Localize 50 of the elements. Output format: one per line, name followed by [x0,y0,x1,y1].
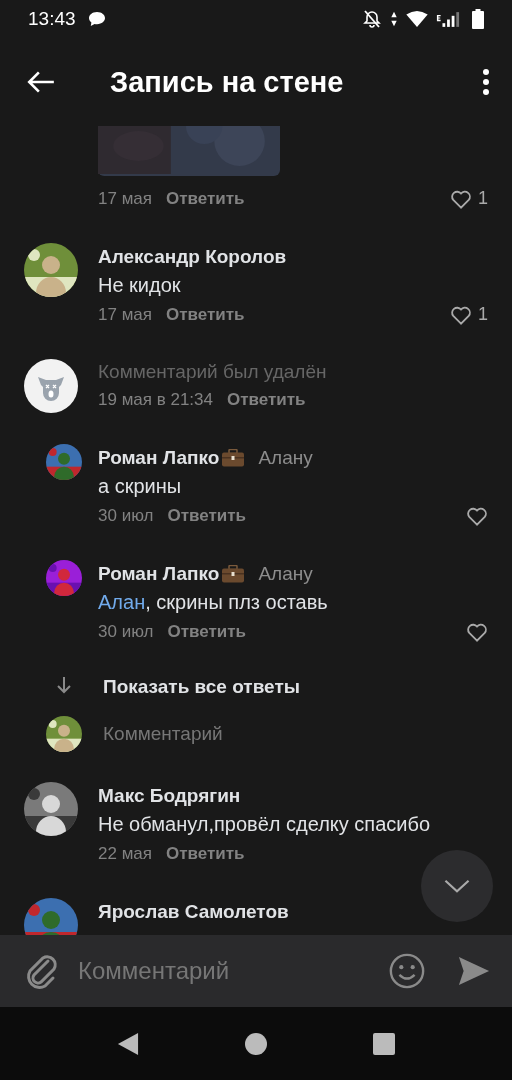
reply-link[interactable]: Ответить [166,188,245,209]
comment-text: а скрины [98,474,183,499]
wifi-icon [406,11,428,27]
data-arrows-icon [390,10,398,28]
author-name[interactable]: Роман Лапко [98,447,220,469]
reply-link[interactable]: Ответить [166,304,245,325]
comment-date: 19 мая в 21:34 [98,389,213,410]
page-title: Запись на стене [110,65,345,99]
comment-date: 17 мая [98,188,152,209]
recents-button[interactable] [373,1032,395,1055]
like-button[interactable] [466,505,488,526]
send-button[interactable] [458,955,490,987]
clock: 13:43 [28,8,76,30]
bell-off-icon [362,9,382,29]
home-button[interactable] [245,1032,267,1055]
battery-icon [472,9,484,29]
chevron-down-icon [443,878,471,894]
author-name[interactable]: Александр Королов [98,246,287,268]
back-button[interactable] [26,69,56,95]
comment-date: 22 мая [98,843,152,864]
comment-date: 30 июл [98,505,154,526]
message-icon [87,11,106,27]
signal-icon [436,10,460,28]
author-name[interactable]: Роман Лапко [98,563,220,585]
down-arrow-icon [56,676,72,694]
comment-text: Алан, скрины плз оставь [98,590,329,615]
comment-text: Не обманул,провёл сделку спасибо [98,812,432,837]
briefcase-icon [222,449,245,467]
reply-link[interactable]: Ответить [166,843,245,864]
deleted-comment-text: Комментарий был удалён [98,360,328,384]
mention-link[interactable]: Алан [98,591,146,613]
reply-link[interactable]: Ответить [227,389,306,410]
reply-to-name[interactable]: Алану [258,447,313,469]
reply-link[interactable]: Ответить [167,621,246,642]
like-button[interactable]: 1 [450,304,488,325]
reply-input-field[interactable]: Комментарий [103,723,353,745]
back-nav-button[interactable] [117,1032,139,1055]
like-button[interactable] [466,621,488,642]
menu-button[interactable] [482,68,490,96]
author-name[interactable]: Ярослав Самолетов [98,901,289,923]
comment-text: Не кидок [98,273,182,298]
comment-date: 30 июл [98,621,154,642]
reply-to-name[interactable]: Алану [258,563,313,585]
briefcase-icon [222,565,245,583]
reply-link[interactable]: Ответить [167,505,246,526]
like-button[interactable]: 1 [450,188,488,209]
attach-button[interactable] [26,952,58,990]
comment-date: 17 мая [98,304,152,325]
show-all-replies-link[interactable]: Показать все ответы [103,676,300,698]
author-name[interactable]: Макс Бодрягин [98,785,241,807]
